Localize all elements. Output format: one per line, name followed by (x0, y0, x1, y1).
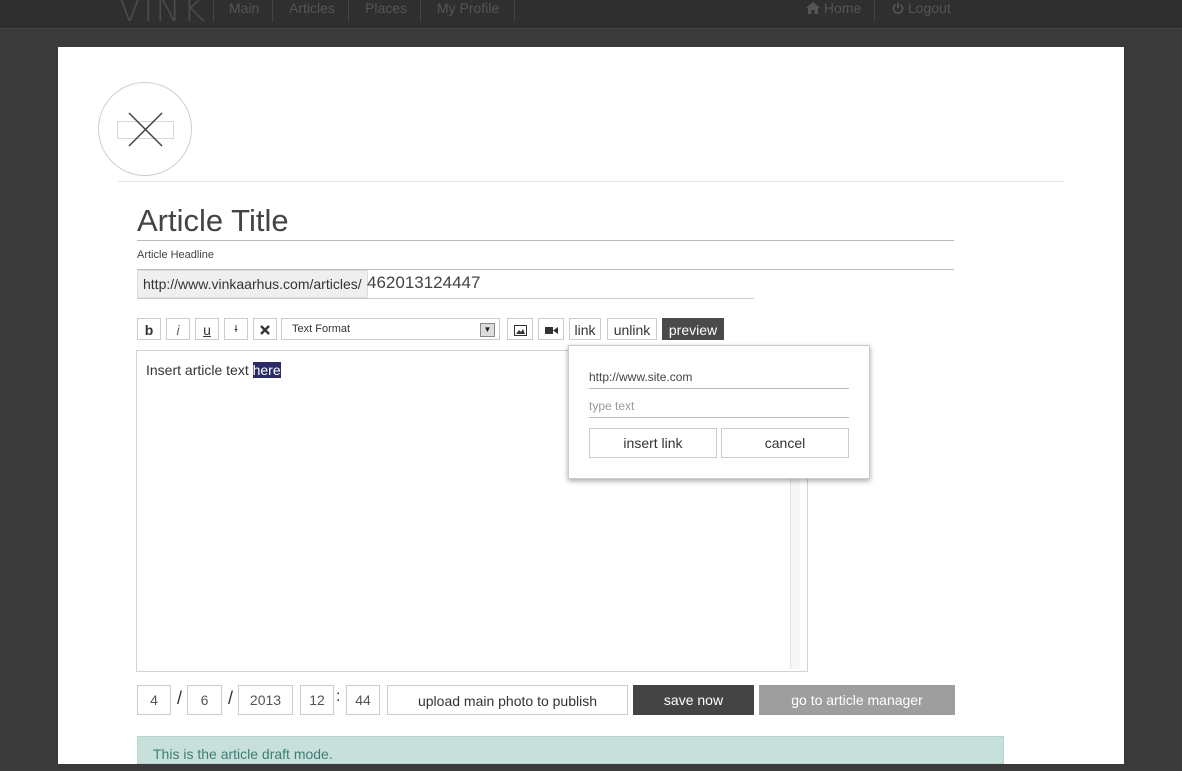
publish-hour-input[interactable]: 12 (300, 685, 334, 715)
time-separator: : (336, 688, 341, 705)
article-editor-card: Article Title Article Headline http://ww… (58, 47, 1124, 764)
cancel-link-button[interactable]: cancel (721, 428, 849, 458)
date-separator: / (228, 688, 234, 708)
clear-format-icon (260, 325, 270, 335)
article-headline-input[interactable]: Article Headline (137, 245, 954, 270)
link-url-input[interactable]: http://www.site.com (589, 366, 849, 389)
clear-format-button[interactable] (253, 318, 277, 340)
home-icon (806, 2, 820, 14)
home-link[interactable]: Home (806, 0, 861, 16)
publish-year-input[interactable]: 2013 (238, 685, 293, 715)
top-navbar: VINK Main Articles Places My Profile Hom… (0, 0, 1182, 30)
editor-text: Insert article text (146, 362, 253, 378)
logout-label: Logout (907, 0, 951, 16)
chevron-down-icon: ▼ (480, 323, 495, 337)
article-manager-button[interactable]: go to article manager (759, 685, 955, 715)
vink-logo[interactable]: VINK (118, 0, 207, 30)
text-format-select[interactable]: Text Format ▼ (281, 318, 500, 340)
bold-button[interactable]: b (137, 318, 161, 340)
insert-link-button[interactable]: insert link (589, 428, 717, 458)
divider (118, 181, 1064, 182)
nav-item-articles[interactable]: Articles (289, 0, 335, 16)
text-format-value: Text Format (292, 323, 351, 335)
logout-link[interactable]: Logout (892, 0, 951, 16)
power-icon (892, 2, 904, 14)
close-icon (128, 112, 163, 147)
home-label: Home (823, 0, 862, 16)
link-button[interactable]: link (569, 318, 601, 340)
nav-divider (874, 0, 875, 22)
draft-mode-alert: This is the article draft mode. (137, 736, 1004, 764)
nav-item-places[interactable]: Places (365, 0, 407, 16)
nav-divider (514, 0, 515, 22)
editor-content[interactable]: Insert article text here (146, 362, 281, 378)
publish-day-input[interactable]: 4 (137, 685, 171, 715)
upload-main-photo-button[interactable]: upload main photo to publish (387, 685, 628, 715)
url-slug[interactable]: 462013124447 (367, 270, 480, 296)
save-now-button[interactable]: save now (633, 685, 754, 715)
insert-link-popup: http://www.site.com type text insert lin… (568, 345, 870, 479)
nav-divider (213, 0, 214, 22)
article-title-input[interactable]: Article Title (137, 202, 954, 241)
strikethrough-button[interactable]: I (224, 318, 248, 340)
insert-video-button[interactable] (538, 318, 564, 340)
nav-divider (348, 0, 349, 22)
video-camera-icon (544, 327, 558, 334)
article-image-placeholder[interactable] (98, 82, 192, 176)
publish-minute-input[interactable]: 44 (346, 685, 380, 715)
nav-divider (272, 0, 273, 22)
nav-item-main[interactable]: Main (229, 0, 259, 16)
url-prefix: http://www.vinkaarhus.com/articles/ (137, 270, 368, 298)
nav-item-my-profile[interactable]: My Profile (437, 0, 499, 16)
selected-text: here (252, 362, 281, 378)
nav-divider (420, 0, 421, 22)
preview-button[interactable]: preview (662, 318, 724, 340)
insert-image-button[interactable] (507, 318, 533, 340)
unlink-button[interactable]: unlink (607, 318, 657, 340)
publish-month-input[interactable]: 6 (187, 685, 222, 715)
article-url-field[interactable]: http://www.vinkaarhus.com/articles/ 4620… (137, 270, 754, 299)
image-icon (513, 325, 527, 336)
underline-button[interactable]: u (195, 318, 219, 340)
italic-button[interactable]: i (166, 318, 190, 340)
link-text-input[interactable]: type text (589, 395, 849, 418)
date-separator: / (177, 688, 183, 708)
